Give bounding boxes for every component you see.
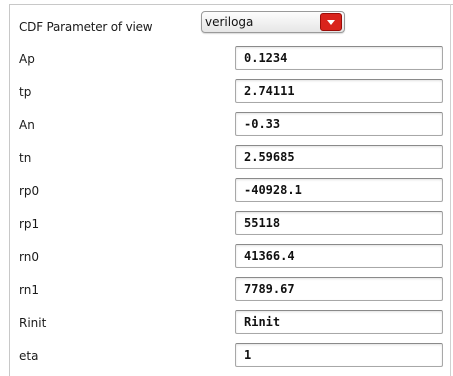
param-input-tp[interactable] (235, 79, 443, 103)
param-row-ap: Ap (10, 43, 451, 76)
param-input-rn1[interactable] (235, 277, 443, 301)
cdf-parameter-of-view-label: CDF Parameter of view (19, 20, 153, 34)
param-label-rinit: Rinit (19, 316, 47, 330)
param-label-rn1: rn1 (19, 283, 39, 297)
param-input-eta[interactable] (235, 343, 443, 367)
param-label-rp1: rp1 (19, 217, 40, 231)
view-select-dropdown-button[interactable] (320, 13, 342, 31)
param-row-rn0: rn0 (10, 241, 451, 274)
param-row-rn1: rn1 (10, 274, 451, 307)
param-row-rp1: rp1 (10, 208, 451, 241)
param-label-ap: Ap (19, 52, 35, 66)
view-select[interactable]: veriloga (201, 11, 345, 33)
param-row-an: An (10, 109, 451, 142)
parameter-list: Ap tp An tn rp0 rp1 rn0 rn1 (10, 43, 451, 373)
param-label-tn: tn (19, 151, 32, 165)
param-input-rn0[interactable] (235, 244, 443, 268)
param-row-rp0: rp0 (10, 175, 451, 208)
param-label-an: An (19, 118, 35, 132)
param-input-an[interactable] (235, 112, 443, 136)
param-row-eta: eta (10, 340, 451, 373)
header-row: CDF Parameter of view veriloga (10, 5, 451, 43)
cdf-parameter-panel: CDF Parameter of view veriloga Ap tp An … (0, 0, 453, 376)
param-row-tn: tn (10, 142, 451, 175)
param-input-rp1[interactable] (235, 211, 443, 235)
param-input-tn[interactable] (235, 145, 443, 169)
param-input-rinit[interactable] (235, 310, 443, 334)
param-label-eta: eta (19, 349, 39, 363)
chevron-down-icon (327, 20, 335, 25)
param-label-rp0: rp0 (19, 184, 40, 198)
param-label-tp: tp (19, 85, 32, 99)
param-input-rp0[interactable] (235, 178, 443, 202)
param-row-tp: tp (10, 76, 451, 109)
view-select-value: veriloga (205, 15, 254, 29)
param-input-ap[interactable] (235, 46, 443, 70)
param-label-rn0: rn0 (19, 250, 39, 264)
param-row-rinit: Rinit (10, 307, 451, 340)
